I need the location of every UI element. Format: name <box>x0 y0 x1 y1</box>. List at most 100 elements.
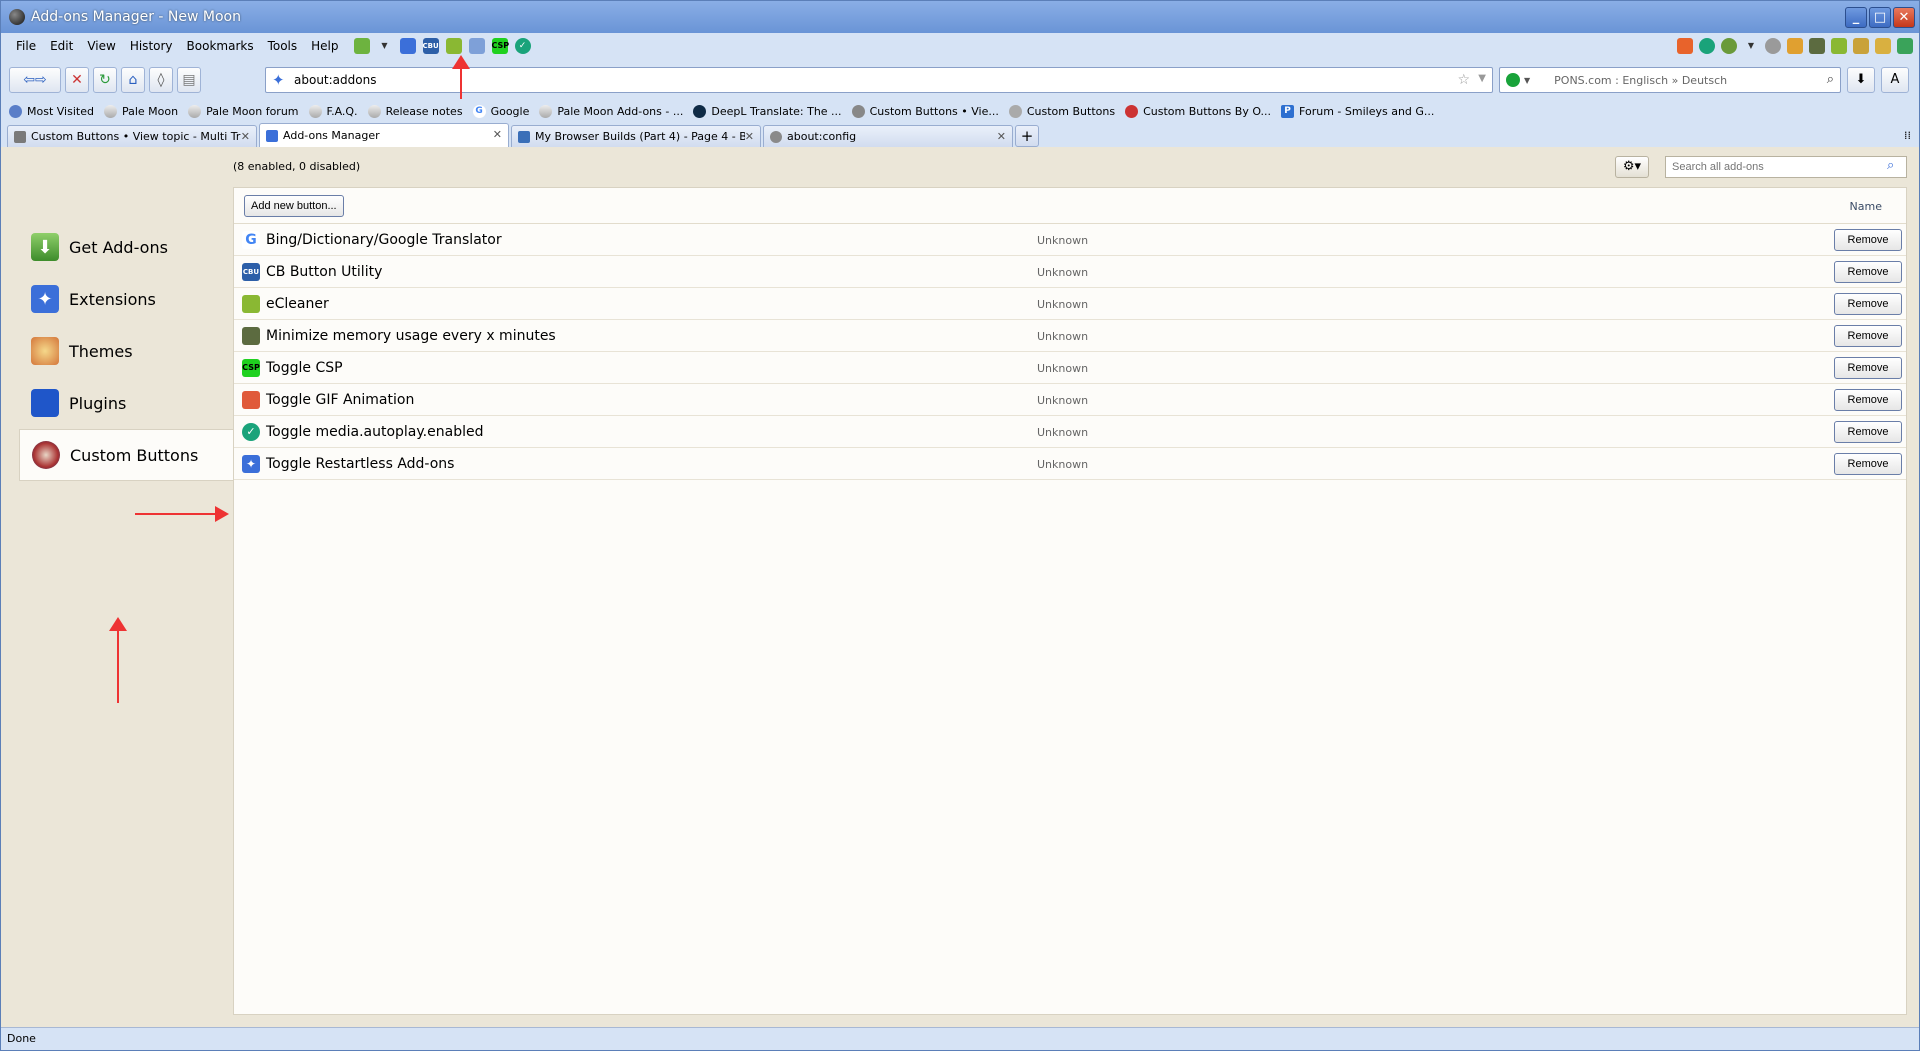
url-bar[interactable]: ✦ about:addons ☆ ▼ <box>265 67 1493 93</box>
restartless-puzzle-icon[interactable] <box>399 38 416 54</box>
tab-list-icon[interactable]: ⁞⁞ <box>1904 129 1911 142</box>
ip-icon[interactable] <box>1699 38 1715 54</box>
close-button[interactable]: ✕ <box>1893 7 1915 28</box>
bookmark-item[interactable]: P Forum - Smileys and G... <box>1281 104 1434 118</box>
remove-button[interactable]: Remove <box>1834 421 1902 443</box>
bookmark-item[interactable]: Pale Moon Add-ons - ... <box>539 104 683 118</box>
remove-button[interactable]: Remove <box>1834 453 1902 475</box>
gear-menu-button[interactable]: ⚙▾ <box>1615 156 1649 178</box>
addon-row[interactable]: eCleaner Unknown Remove <box>234 288 1906 320</box>
search-icon[interactable]: ⌕ <box>1827 72 1834 87</box>
search-addons-input[interactable] <box>1665 156 1907 178</box>
remove-button[interactable]: Remove <box>1834 357 1902 379</box>
gear-icon[interactable] <box>1765 38 1781 54</box>
tab-custom-buttons-topic[interactable]: Custom Buttons • View topic - Multi Tran… <box>7 125 257 147</box>
tab-bar: Custom Buttons • View topic - Multi Tran… <box>1 123 1919 147</box>
tab-close-icon[interactable]: ✕ <box>493 128 502 141</box>
shield-icon[interactable]: ◊ <box>149 67 173 93</box>
dropdown-arrow-icon[interactable]: ▼ <box>1743 38 1759 54</box>
addon-status: Unknown <box>1037 394 1089 407</box>
addon-puzzle-green-icon[interactable] <box>353 38 370 54</box>
remove-button[interactable]: Remove <box>1834 229 1902 251</box>
remove-button[interactable]: Remove <box>1834 389 1902 411</box>
minimize-button[interactable]: _ <box>1845 7 1867 28</box>
cookie-icon[interactable] <box>1787 38 1803 54</box>
memory-icon[interactable] <box>468 38 485 54</box>
reload-icon[interactable]: ↻ <box>93 67 117 93</box>
addon-row[interactable]: CSP Toggle CSP Unknown Remove <box>234 352 1906 384</box>
bookmark-item[interactable]: Most Visited <box>9 104 94 118</box>
csp-toggle-icon[interactable]: CSP <box>491 38 509 54</box>
download-icon[interactable]: ⬇ <box>1847 67 1875 93</box>
remove-button[interactable]: Remove <box>1834 293 1902 315</box>
category-plugins[interactable]: Plugins <box>19 377 233 429</box>
add-new-button[interactable]: Add new button... <box>244 195 344 217</box>
menu-history[interactable]: History <box>123 39 180 53</box>
tab-close-icon[interactable]: ✕ <box>745 130 754 143</box>
new-tab-button[interactable]: + <box>1015 125 1039 147</box>
browser-window: Add-ons Manager - New Moon _ □ ✕ File Ed… <box>0 0 1920 1051</box>
bookmark-item[interactable]: Release notes <box>367 104 463 118</box>
addon-row[interactable]: CBU CB Button Utility Unknown Remove <box>234 256 1906 288</box>
dropdown-arrow-icon[interactable]: ▼ <box>377 38 393 54</box>
check-circle-icon[interactable]: ✓ <box>514 38 531 54</box>
menu-view[interactable]: View <box>80 39 122 53</box>
bookmark-star-icon[interactable]: ☆ <box>1457 72 1470 88</box>
home-icon[interactable]: ⌂ <box>121 67 145 93</box>
bookmark-item[interactable]: F.A.Q. <box>308 104 358 118</box>
custom-buttons-icon <box>1125 104 1139 118</box>
memory-chip-icon[interactable] <box>1809 38 1825 54</box>
translate-icon[interactable]: A <box>1881 67 1909 93</box>
tab-close-icon[interactable]: ✕ <box>241 130 250 143</box>
menu-file[interactable]: File <box>9 39 43 53</box>
menu-edit[interactable]: Edit <box>43 39 80 53</box>
broom-icon[interactable] <box>1875 38 1891 54</box>
url-dropdown-icon[interactable]: ▼ <box>1478 73 1486 84</box>
window-title: Add-ons Manager - New Moon <box>31 9 241 25</box>
bookmarks-toolbar: Most Visited Pale Moon Pale Moon forum F… <box>1 101 1919 121</box>
bookmark-item[interactable]: Custom Buttons <box>1008 104 1115 118</box>
category-themes[interactable]: Themes <box>19 325 233 377</box>
sort-by-name[interactable]: Name <box>1850 200 1882 213</box>
addon-row[interactable]: ✓ Toggle media.autoplay.enabled Unknown … <box>234 416 1906 448</box>
remove-button[interactable]: Remove <box>1834 325 1902 347</box>
pons-engine-icon[interactable] <box>1506 73 1520 87</box>
cleaner-icon[interactable] <box>445 38 462 54</box>
bookmark-item[interactable]: Custom Buttons • Vie... <box>851 104 999 118</box>
maximize-button[interactable]: □ <box>1869 7 1891 28</box>
addon-row[interactable]: Toggle GIF Animation Unknown Remove <box>234 384 1906 416</box>
tab-browser-builds[interactable]: My Browser Builds (Part 4) - Page 4 - Br… <box>511 125 761 147</box>
category-custom-buttons[interactable]: Custom Buttons <box>19 429 233 481</box>
addon-row[interactable]: Minimize memory usage every x minutes Un… <box>234 320 1906 352</box>
bookmark-item[interactable]: Pale Moon <box>103 104 178 118</box>
menu-tools[interactable]: Tools <box>261 39 305 53</box>
sidebar-icon[interactable]: ▤ <box>177 67 201 93</box>
stop-icon[interactable]: ✕ <box>65 67 89 93</box>
bookmark-item[interactable]: Custom Buttons By O... <box>1125 104 1271 118</box>
back-forward-button[interactable]: ⇦⇨ <box>9 67 61 93</box>
cbu-icon[interactable]: CBU <box>422 38 439 54</box>
menu-bookmarks[interactable]: Bookmarks <box>180 39 261 53</box>
cleaner-icon[interactable] <box>1831 38 1847 54</box>
bookmark-item[interactable]: G Google <box>472 104 529 118</box>
globe-icon <box>770 130 782 143</box>
tab-addons-manager[interactable]: Add-ons Manager ✕ <box>259 123 509 147</box>
addon-row[interactable]: G Bing/Dictionary/Google Translator Unkn… <box>234 224 1906 256</box>
recycle-icon[interactable] <box>1897 38 1913 54</box>
user-search-icon[interactable] <box>1721 38 1737 54</box>
bookmark-item[interactable]: DeepL Translate: The ... <box>693 104 842 118</box>
tab-close-icon[interactable]: ✕ <box>997 130 1006 143</box>
tab-about-config[interactable]: about:config ✕ <box>763 125 1013 147</box>
category-get-addons[interactable]: ⬇ Get Add-ons <box>19 221 233 273</box>
puzzle-icon <box>266 129 278 142</box>
search-bar[interactable]: ▼ PONS.com : Englisch » Deutsch ⌕ <box>1499 67 1841 93</box>
edit-pencil-icon[interactable] <box>1853 38 1869 54</box>
remove-button[interactable]: Remove <box>1834 261 1902 283</box>
category-extensions[interactable]: ✦ Extensions <box>19 273 233 325</box>
menu-help[interactable]: Help <box>304 39 345 53</box>
feed-icon[interactable] <box>1677 38 1693 54</box>
addon-row[interactable]: ✦ Toggle Restartless Add-ons Unknown Rem… <box>234 448 1906 480</box>
bookmark-item[interactable]: Pale Moon forum <box>188 104 299 118</box>
engine-dropdown-icon[interactable]: ▼ <box>1524 76 1530 85</box>
moon-icon <box>308 104 322 118</box>
